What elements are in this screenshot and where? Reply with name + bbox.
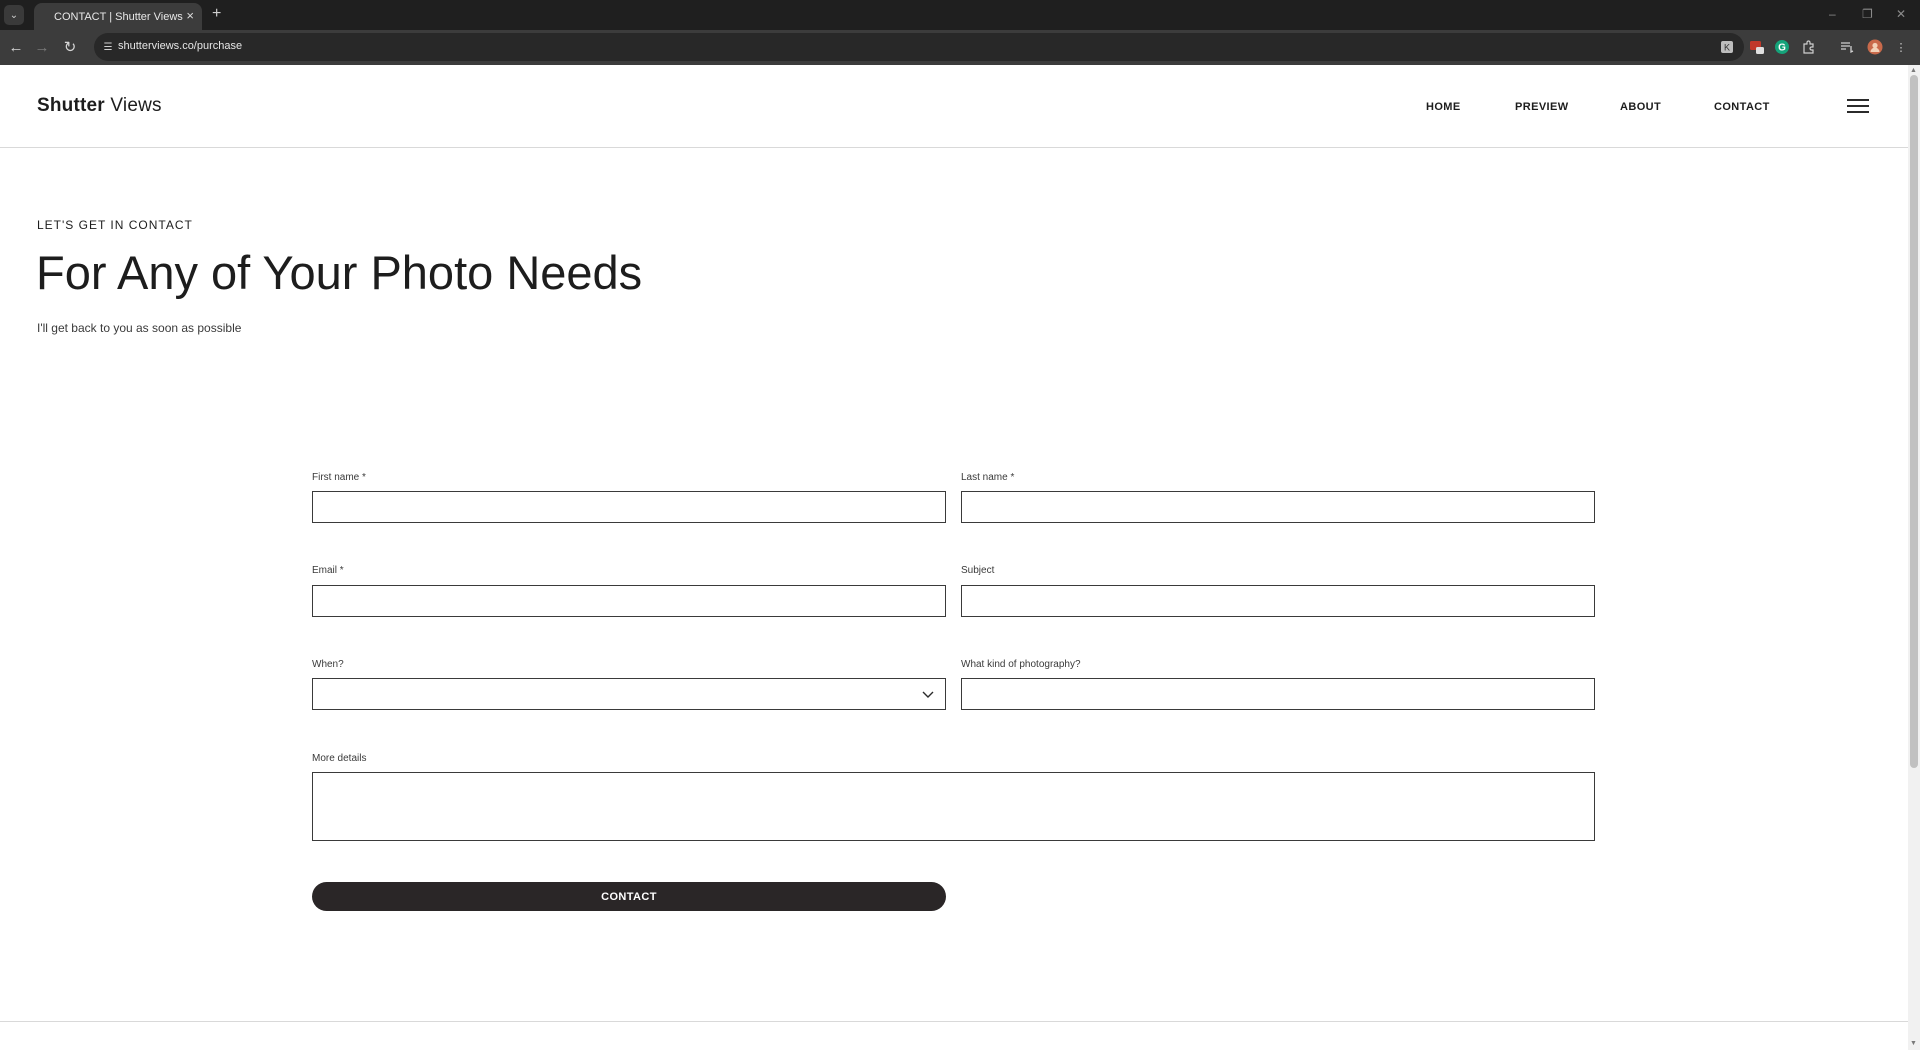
extension-icon[interactable]: K — [1718, 38, 1736, 56]
extensions-puzzle-icon[interactable] — [1800, 38, 1818, 56]
close-window-icon[interactable]: ✕ — [1896, 7, 1906, 21]
forward-icon[interactable]: → — [33, 38, 51, 56]
site-logo[interactable]: Shutter Views — [37, 95, 162, 117]
scroll-down-icon[interactable]: ▼ — [1910, 1040, 1917, 1047]
browser-menu-icon[interactable]: ⋮ — [1892, 38, 1910, 56]
tab-title: CONTACT | Shutter Views — [54, 11, 183, 23]
new-tab-icon[interactable]: + — [212, 5, 221, 23]
details-label: More details — [312, 753, 367, 764]
page-headline: For Any of Your Photo Needs — [36, 246, 643, 299]
reload-icon[interactable]: ↻ — [61, 38, 79, 56]
page-content: Shutter Views HOME PREVIEW ABOUT CONTACT… — [0, 65, 1908, 1050]
nav-about[interactable]: ABOUT — [1620, 101, 1661, 113]
nav-contact[interactable]: CONTACT — [1714, 101, 1770, 113]
subject-field[interactable] — [961, 585, 1595, 617]
last-name-label: Last name * — [961, 472, 1015, 483]
site-header: Shutter Views HOME PREVIEW ABOUT CONTACT — [0, 65, 1908, 148]
back-icon[interactable]: ← — [7, 38, 25, 56]
email-field[interactable] — [312, 585, 946, 617]
section-eyebrow: LET'S GET IN CONTACT — [37, 218, 193, 232]
photography-field[interactable] — [961, 678, 1595, 710]
nav-home[interactable]: HOME — [1426, 101, 1461, 113]
email-label: Email * — [312, 565, 344, 576]
subject-label: Subject — [961, 565, 995, 576]
page-scrollbar[interactable]: ▲ ▼ — [1908, 65, 1920, 1050]
logo-light-text: Views — [110, 95, 162, 116]
restore-icon[interactable]: ❐ — [1862, 7, 1873, 21]
when-label: When? — [312, 659, 344, 670]
details-textarea[interactable] — [312, 772, 1595, 841]
hamburger-menu-icon[interactable] — [1847, 99, 1869, 113]
grammarly-icon[interactable]: G — [1773, 38, 1791, 56]
chevron-down-icon — [922, 691, 934, 698]
contact-submit-button[interactable]: CONTACT — [312, 882, 946, 911]
svg-text:K: K — [1724, 43, 1730, 53]
browser-tab-active[interactable]: CONTACT | Shutter Views × — [34, 3, 202, 30]
extension-badge-icon[interactable] — [1748, 38, 1766, 56]
page-subline: I'll get back to you as soon as possible — [37, 321, 242, 335]
tab-close-icon[interactable]: × — [186, 9, 194, 23]
tab-search-icon[interactable]: ⌄ — [4, 5, 24, 25]
site-info-icon[interactable]: ☰ — [100, 39, 116, 55]
when-select[interactable] — [312, 678, 946, 710]
scroll-up-icon[interactable]: ▲ — [1910, 67, 1917, 74]
first-name-label: First name * — [312, 472, 366, 483]
address-bar[interactable]: ☰ shutterviews.co/purchase ☆ — [94, 33, 1744, 61]
last-name-field[interactable] — [961, 491, 1595, 523]
profile-avatar-icon[interactable] — [1866, 38, 1884, 56]
url-text[interactable]: shutterviews.co/purchase — [118, 40, 242, 52]
photography-label: What kind of photography? — [961, 659, 1081, 670]
first-name-field[interactable] — [312, 491, 946, 523]
media-queue-icon[interactable] — [1838, 38, 1856, 56]
scrollbar-thumb[interactable] — [1910, 75, 1918, 768]
browser-toolbar: ← → ↻ ☰ shutterviews.co/purchase ☆ K G ⋮ — [0, 30, 1920, 65]
svg-text:G: G — [1778, 43, 1786, 54]
footer-divider — [0, 1021, 1908, 1022]
minimize-icon[interactable]: – — [1829, 7, 1836, 21]
logo-bold-text: Shutter — [37, 95, 105, 116]
browser-tab-bar: ⌄ CONTACT | Shutter Views × + – ❐ ✕ — [0, 0, 1920, 30]
nav-preview[interactable]: PREVIEW — [1515, 101, 1569, 113]
